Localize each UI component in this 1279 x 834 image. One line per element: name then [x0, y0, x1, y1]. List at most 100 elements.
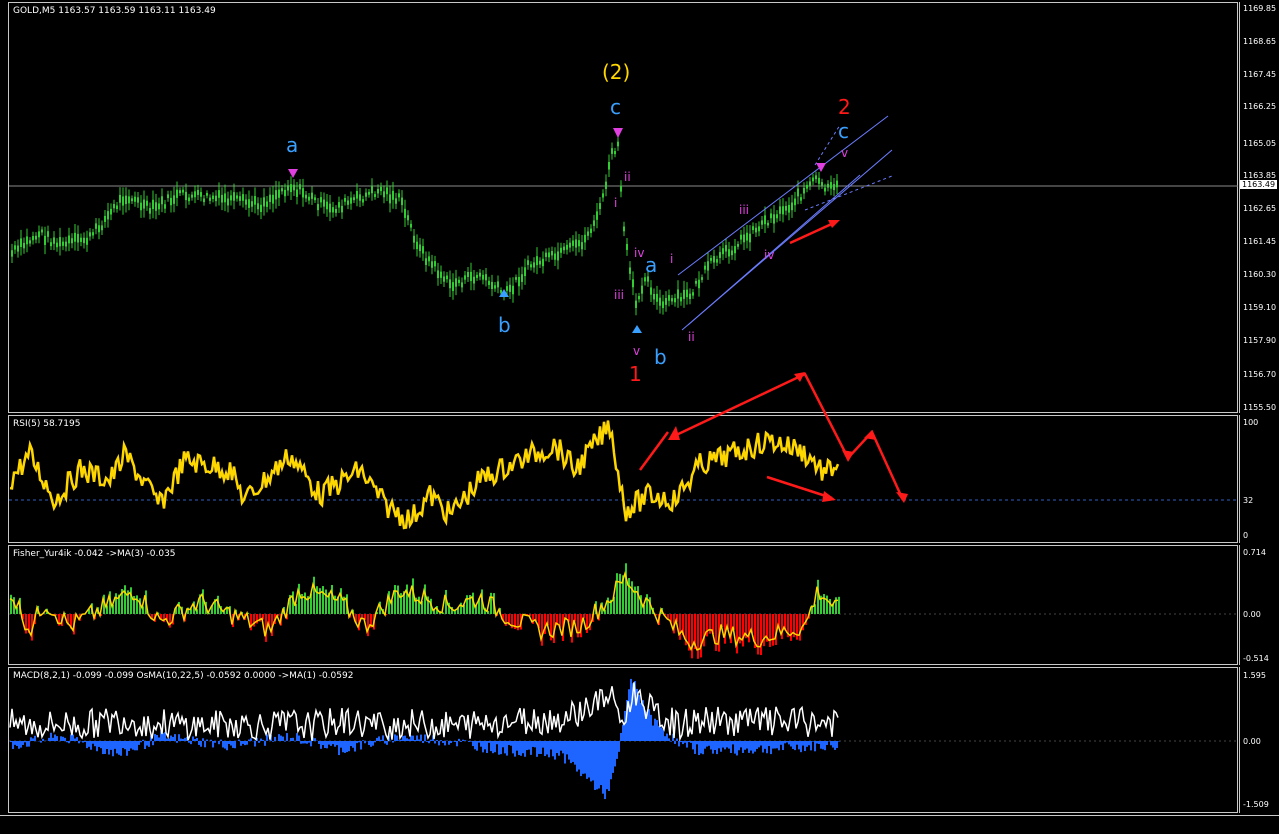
macd-bar	[602, 741, 604, 794]
price-candle-body	[206, 193, 208, 196]
macd-bar	[572, 741, 574, 762]
fisher-bar	[136, 595, 138, 614]
price-candle-body	[71, 238, 73, 243]
wave-label-b-right: b	[654, 345, 667, 369]
macd-bar	[608, 741, 610, 791]
price-candle-body	[701, 277, 703, 280]
arrow-down-c	[613, 128, 623, 138]
macd-bar	[758, 741, 760, 747]
macd-bar	[414, 740, 416, 741]
macd-bar	[226, 741, 228, 750]
macd-bar	[540, 741, 542, 754]
macd-bar	[428, 741, 430, 743]
price-candle-body	[764, 215, 766, 224]
macd-bar	[274, 737, 276, 741]
macd-bar	[526, 741, 528, 750]
macd-bar	[580, 741, 582, 776]
price-candle-body	[281, 188, 283, 191]
price-candle-body	[611, 148, 613, 154]
macd-bar	[132, 741, 134, 750]
macd-bar	[114, 741, 116, 749]
price-candle-body	[530, 264, 532, 267]
macd-bar	[504, 741, 506, 753]
arrow-up-b2	[632, 325, 642, 333]
wave-sub-iv: iv	[634, 246, 644, 260]
macd-bar	[826, 741, 828, 745]
price-candle-body	[416, 242, 418, 249]
macd-bar	[560, 741, 562, 751]
macd-bar	[118, 741, 120, 755]
price-candle-body	[767, 223, 769, 226]
price-candle-body	[257, 203, 259, 209]
macd-bar	[448, 741, 450, 745]
macd-bar	[60, 736, 62, 741]
price-candle-body	[278, 190, 280, 198]
macd-bar	[50, 733, 52, 741]
macd-bar	[538, 741, 540, 754]
macd-bar	[696, 741, 698, 744]
fisher-bar	[679, 614, 681, 640]
price-candle-body	[392, 191, 394, 200]
macd-bar	[596, 741, 598, 789]
macd-bar	[122, 741, 124, 748]
price-candle-body	[521, 274, 523, 282]
macd-bar	[358, 741, 360, 742]
price-candle-body	[299, 184, 301, 189]
macd-bar	[14, 741, 16, 745]
fisher-bar	[541, 614, 543, 646]
price-candle-body	[812, 178, 814, 182]
macd-bar	[26, 741, 28, 747]
macd-bar	[440, 740, 442, 741]
price-candle-body	[359, 194, 361, 200]
price-candle-body	[239, 196, 241, 201]
wave-sub-i-right: i	[670, 252, 673, 266]
macd-bar	[158, 737, 160, 741]
macd-bar	[660, 727, 662, 741]
fisher-bar	[634, 587, 636, 614]
price-candle-body	[683, 290, 685, 299]
price-candle-body	[464, 275, 466, 279]
rsi-arrow-a	[640, 432, 668, 470]
wave-sub-v-right: v	[841, 146, 848, 160]
price-candle-body	[698, 280, 700, 288]
wave-label-2: 2	[838, 95, 851, 119]
fisher-bar	[700, 614, 702, 657]
price-candle-body	[644, 277, 646, 281]
price-candle-body	[443, 276, 445, 281]
macd-bar	[372, 741, 374, 746]
price-candle-body	[797, 188, 799, 196]
price-candle-body	[512, 286, 514, 294]
price-candle-body	[722, 248, 724, 254]
fisher-bar	[586, 614, 588, 633]
price-candle-body	[692, 292, 694, 295]
macd-bar	[512, 741, 514, 753]
macd-bar	[814, 741, 816, 751]
price-candle-body	[341, 206, 343, 212]
macd-bar	[420, 735, 422, 741]
price-candle-body	[86, 238, 88, 245]
macd-bar	[30, 737, 32, 741]
price-candle-body	[203, 199, 205, 203]
fisher-bar	[418, 597, 420, 614]
macd-bar	[222, 741, 224, 747]
price-candle-body	[266, 201, 268, 206]
fisher-bar	[823, 594, 825, 614]
macd-bar	[490, 741, 492, 751]
price-candle-body	[581, 242, 583, 249]
macd-bar	[176, 741, 178, 743]
price-candle-body	[320, 197, 322, 202]
price-candle-body	[560, 248, 562, 253]
macd-bar	[530, 741, 532, 755]
price-candle-body	[800, 197, 802, 200]
price-candle-body	[362, 199, 364, 202]
price-candle-body	[602, 193, 604, 197]
fisher-bar	[703, 614, 705, 646]
price-candle-body	[323, 200, 325, 207]
price-candle-body	[527, 260, 529, 265]
macd-bar	[284, 741, 286, 742]
macd-bar	[144, 741, 146, 749]
macd-bar	[562, 741, 564, 753]
channel-line-upper	[678, 116, 888, 275]
macd-bar	[620, 733, 622, 741]
price-candle-body	[224, 193, 226, 202]
